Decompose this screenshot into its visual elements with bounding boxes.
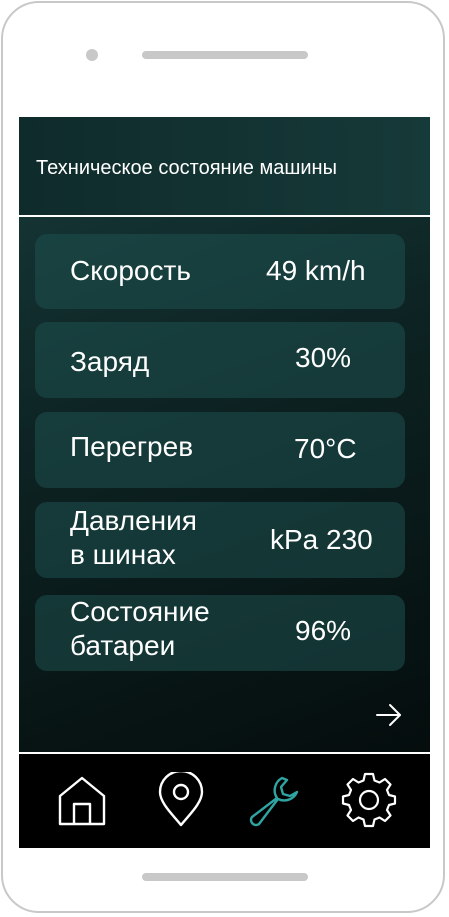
metric-card-charge: Заряд 30%	[35, 322, 405, 398]
metric-value: 70°C	[294, 433, 357, 464]
metric-value: kPa 230	[270, 524, 373, 555]
header-divider	[19, 215, 430, 217]
page-title: Техническое состояние машины	[36, 157, 337, 179]
metric-card-speed: Скорость 49 km/h	[35, 234, 405, 309]
metric-card-overheat: Перегрев 70°C	[35, 412, 405, 488]
metric-card-tire-pressure: Давления в шинах kPa 230	[35, 502, 405, 578]
metric-value: 96%	[295, 615, 352, 646]
metric-card-battery-health: Состояние батареи 96%	[35, 595, 405, 671]
wrench-icon	[249, 776, 299, 827]
page: Техническое состояние машины Скорость 49…	[0, 0, 449, 917]
nav-maintenance[interactable]	[246, 772, 302, 828]
arrow-right-icon	[376, 704, 401, 726]
metric-label: Давления в шинах	[70, 505, 197, 570]
metric-value: 30%	[295, 342, 352, 373]
speaker-slot	[142, 51, 308, 59]
bottom-nav	[19, 754, 430, 848]
home-icon	[58, 776, 106, 826]
nav-settings[interactable]	[341, 772, 397, 828]
next-arrow-button[interactable]	[375, 703, 403, 727]
nav-home[interactable]	[54, 772, 110, 828]
location-pin-icon	[158, 769, 204, 827]
metric-label: Перегрев	[70, 431, 194, 462]
gear-icon	[341, 772, 397, 828]
metric-label: Заряд	[70, 346, 150, 377]
metric-value: 49 km/h	[266, 255, 366, 286]
metric-label: Состояние батареи	[70, 596, 210, 661]
app-screen: Техническое состояние машины Скорость 49…	[19, 117, 430, 848]
home-indicator	[142, 873, 308, 881]
camera-dot	[86, 49, 98, 61]
app-header: Техническое состояние машины	[19, 117, 430, 215]
nav-location[interactable]	[153, 769, 209, 828]
metric-label: Скорость	[70, 255, 191, 286]
